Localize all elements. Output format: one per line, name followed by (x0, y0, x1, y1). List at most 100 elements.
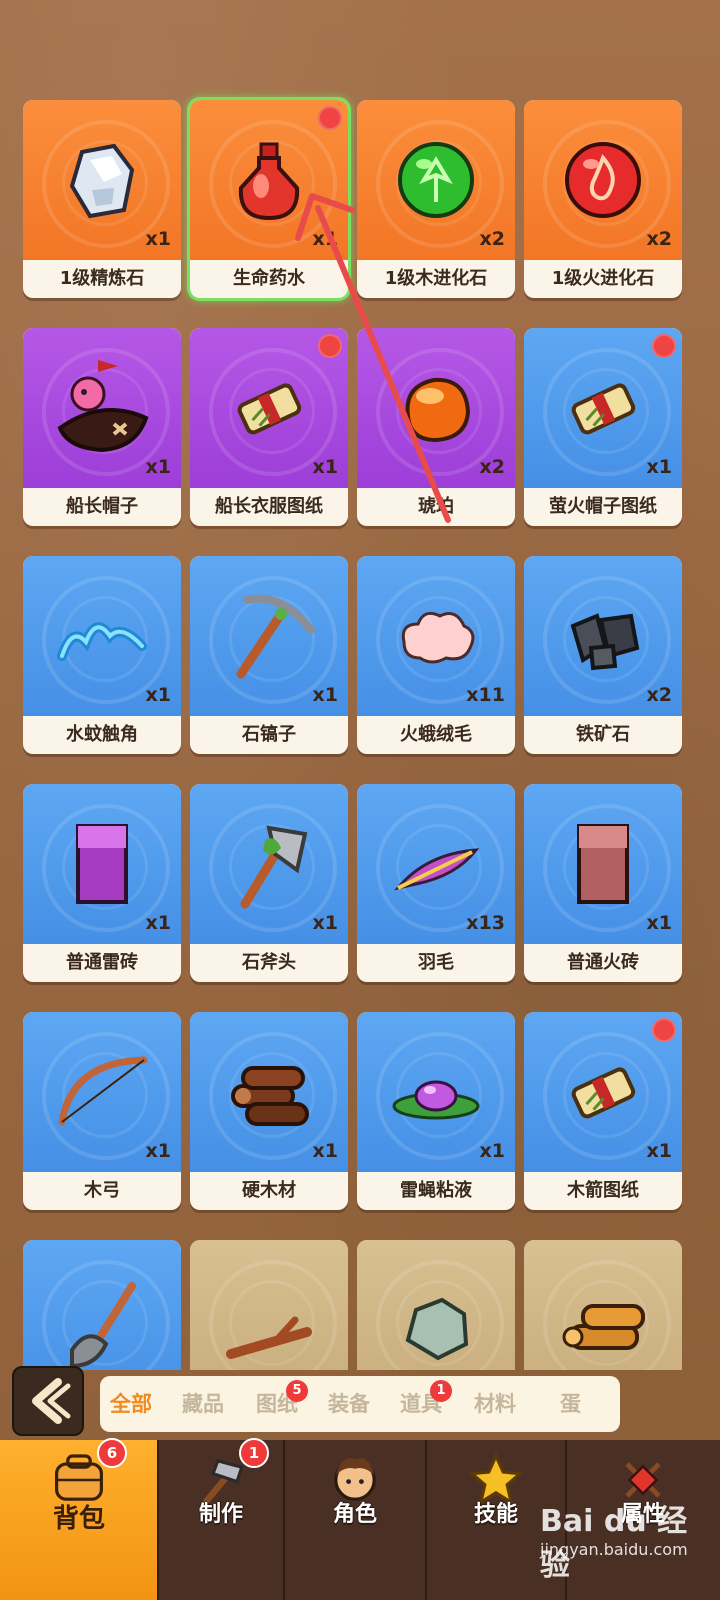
item-card[interactable]: x2 1级火进化石 (524, 100, 682, 298)
item-name: 生命药水 (233, 268, 305, 289)
item-name: 铁矿石 (576, 724, 630, 745)
nav-badge: 6 (97, 1438, 127, 1468)
lumber-icon (562, 1304, 645, 1350)
filter-badge: 1 (430, 1380, 452, 1402)
item-card[interactable] (190, 1240, 348, 1370)
back-button[interactable] (12, 1366, 84, 1436)
item-quantity: x2 (479, 228, 505, 250)
item-quantity: x2 (646, 684, 672, 706)
item-card[interactable]: x2 琥珀 (357, 328, 515, 526)
nav-label: 制作 (198, 1502, 243, 1527)
item-card[interactable]: x1 1级精炼石 (23, 100, 181, 298)
filter-tab[interactable]: 装备 (328, 1376, 370, 1432)
item-card[interactable]: x11 火蛾绒毛 (357, 556, 515, 754)
fluff-icon (401, 611, 475, 664)
item-name: 火蛾绒毛 (400, 724, 472, 745)
fire-brick-icon (577, 824, 629, 904)
item-card[interactable]: x2 1级木进化石 (357, 100, 515, 298)
item-card[interactable]: x1 木箭图纸 (524, 1012, 682, 1210)
item-quantity: x1 (312, 228, 338, 250)
item-quantity: x1 (145, 912, 171, 934)
filter-badge: 5 (286, 1380, 308, 1402)
watermark-url: jingyan.baidu.com (540, 1540, 688, 1559)
nav-tab[interactable]: 制作 1 (158, 1438, 284, 1600)
shovel-icon (70, 1282, 136, 1369)
item-quantity: x1 (646, 912, 672, 934)
nav-label: 背包 (52, 1504, 105, 1534)
new-dot-indicator (652, 334, 676, 358)
item-name: 硬木材 (242, 1180, 296, 1201)
category-filter-bar: 全部 藏品 图纸 5 装备 道具 1 材料蛋 (100, 1376, 620, 1432)
amber-icon (405, 377, 471, 443)
item-name: 雷蝇粘液 (400, 1180, 472, 1201)
baidu-watermark: Bai du 经验 jingyan.baidu.com (540, 1490, 710, 1583)
item-quantity: x1 (145, 1140, 171, 1162)
item-quantity: x1 (145, 684, 171, 706)
item-name: 木弓 (84, 1180, 120, 1201)
pickaxe-icon (236, 594, 315, 679)
item-name: 1级精炼石 (59, 268, 145, 289)
nav-tab[interactable]: 角色 (284, 1440, 426, 1600)
item-name: 1级木进化石 (384, 268, 488, 289)
nav-badge: 1 (239, 1438, 269, 1468)
nav-divider (283, 1440, 285, 1600)
item-card[interactable]: x1 木弓 (23, 1012, 181, 1210)
item-card[interactable] (357, 1240, 515, 1370)
item-card[interactable] (23, 1240, 181, 1370)
bow-icon (58, 1056, 148, 1126)
item-card[interactable]: x1 船长衣服图纸 (190, 328, 348, 526)
item-name: 石镐子 (242, 724, 296, 745)
nav-tab[interactable]: 背包 6 (0, 1438, 158, 1600)
item-name: 琥珀 (418, 496, 454, 517)
antenna-icon (57, 622, 147, 661)
fire-orb-icon (565, 142, 641, 218)
item-quantity: x1 (312, 684, 338, 706)
item-quantity: x1 (312, 456, 338, 478)
filter-tab[interactable]: 材料 (474, 1376, 516, 1432)
filter-tab[interactable]: 全部 (110, 1376, 152, 1432)
item-quantity: x1 (646, 456, 672, 478)
nav-divider (157, 1440, 159, 1600)
item-name: 普通雷砖 (66, 952, 138, 973)
logs-icon (231, 1066, 309, 1126)
item-quantity: x1 (312, 1140, 338, 1162)
item-card[interactable]: x1 生命药水 (190, 100, 348, 298)
scroll-icon (237, 383, 302, 435)
slime-icon (392, 1080, 480, 1120)
item-card[interactable]: x1 水蚊触角 (23, 556, 181, 754)
item-card[interactable] (524, 1240, 682, 1370)
inventory-grid: x1 1级精炼石 x1 生命药水 x2 1级木进化石 x2 1级火进化石 x1 船长帽子 x1 船长衣… (0, 0, 720, 1370)
item-card[interactable]: x13 羽毛 (357, 784, 515, 982)
iron-ore-icon (570, 613, 640, 671)
wood-orb-icon (398, 142, 474, 218)
item-card[interactable]: x1 船长帽子 (23, 328, 181, 526)
item-quantity: x1 (312, 912, 338, 934)
item-card[interactable]: x1 雷蝇粘液 (357, 1012, 515, 1210)
item-card[interactable]: x1 普通火砖 (524, 784, 682, 982)
item-name: 船长帽子 (66, 496, 138, 517)
new-dot-indicator (652, 1018, 676, 1042)
item-name: 石斧头 (242, 952, 296, 973)
item-card[interactable]: x1 萤火帽子图纸 (524, 328, 682, 526)
potion-icon (238, 142, 300, 221)
item-quantity: x1 (646, 1140, 672, 1162)
thunder-brick-icon (76, 824, 128, 904)
item-card[interactable]: x1 普通雷砖 (23, 784, 181, 982)
item-name: 水蚊触角 (66, 724, 138, 745)
item-card[interactable]: x2 铁矿石 (524, 556, 682, 754)
back-arrow-icon (32, 1378, 71, 1424)
nav-label: 角色 (332, 1502, 377, 1527)
new-dot-indicator (318, 106, 342, 130)
item-quantity: x13 (466, 912, 505, 934)
item-quantity: x11 (466, 684, 505, 706)
item-quantity: x2 (479, 456, 505, 478)
item-name: 羽毛 (418, 952, 454, 973)
item-card[interactable]: x1 硬木材 (190, 1012, 348, 1210)
scroll-icon (571, 1067, 636, 1119)
filter-tab[interactable]: 藏品 (182, 1376, 224, 1432)
item-card[interactable]: x1 石斧头 (190, 784, 348, 982)
filter-tab[interactable]: 蛋 (560, 1376, 581, 1432)
item-card[interactable]: x1 石镐子 (190, 556, 348, 754)
item-name: 萤火帽子图纸 (549, 496, 657, 517)
item-name: 1级火进化石 (551, 268, 655, 289)
